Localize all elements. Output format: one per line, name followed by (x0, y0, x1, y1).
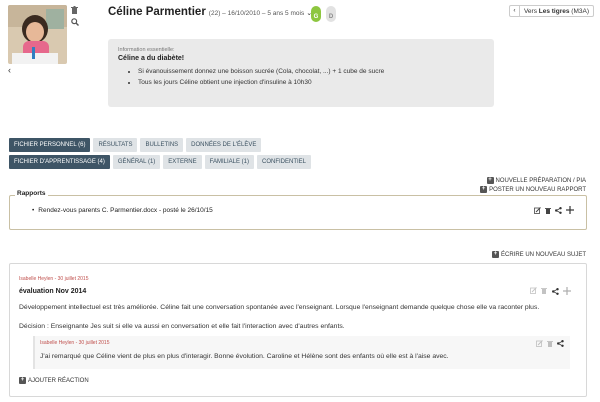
gender-toggle-right[interactable]: D (326, 6, 336, 22)
tab-learning-file[interactable]: FICHIER D'APPRENTISSAGE (4) (9, 155, 110, 169)
post-paragraph: Développement intellectuel est très amél… (19, 304, 540, 311)
plus-icon: + (491, 251, 499, 258)
reply-text: J'ai remarqué que Céline vient de plus e… (40, 353, 449, 360)
tab-general[interactable]: GÉNÉRAL (1) (112, 155, 161, 169)
new-report-link[interactable]: + POSTER UN NOUVEAU RAPPORT (480, 186, 586, 193)
move-icon[interactable] (566, 206, 574, 214)
tabs-row-primary: FICHIER PERSONNEL (6) RÉSULTATS BULLETIN… (9, 138, 262, 152)
student-name: Céline Parmentier (108, 6, 206, 18)
reports-legend: Rapports (15, 190, 48, 197)
edit-icon[interactable] (530, 287, 537, 294)
new-subject-link[interactable]: + ÉCRIRE UN NOUVEAU SUJET (491, 251, 586, 258)
plus-icon: + (480, 186, 488, 193)
share-icon[interactable] (555, 206, 562, 214)
delete-photo-icon[interactable] (71, 6, 78, 14)
gender-toggle-left[interactable]: G (311, 6, 321, 22)
share-icon[interactable] (552, 287, 559, 295)
plus-icon: + (486, 177, 494, 184)
class-nav-button[interactable]: ‹ Vers Les tigres (M3A) (508, 5, 594, 17)
student-header: Céline Parmentier (22) – 16/10/2010 – 5 … (108, 6, 312, 18)
plus-icon: + (19, 377, 26, 384)
tab-family[interactable]: FAMILIALE (1) (204, 155, 254, 169)
chevron-left-icon: ‹ (510, 6, 520, 16)
edit-icon[interactable] (536, 340, 543, 347)
tab-external[interactable]: EXTERNE (163, 155, 202, 169)
post-actions-2 (552, 287, 571, 295)
tab-confidential[interactable]: CONFIDENTIEL (256, 155, 311, 169)
move-icon[interactable] (563, 287, 571, 295)
info-item: Si évanouissement donnez une boisson suc… (138, 68, 484, 75)
trash-icon[interactable] (541, 287, 547, 294)
profile-photo (8, 5, 67, 64)
trash-icon[interactable] (545, 207, 551, 214)
info-item: Tous les jours Céline obtient une inject… (138, 79, 484, 86)
trash-icon[interactable] (547, 340, 553, 347)
add-reaction-button[interactable]: + AJOUTER RÉACTION (19, 377, 89, 384)
post-paragraph: Décision : Enseignante Jes suit si elle … (19, 323, 345, 330)
tabs-row-secondary: FICHIER D'APPRENTISSAGE (4) GÉNÉRAL (1) … (9, 155, 311, 169)
post-title: évaluation Nov 2014 (19, 288, 87, 295)
tab-personal-file[interactable]: FICHIER PERSONNEL (6) (9, 138, 91, 152)
essential-info-box: Information essentielle: Céline a du dia… (108, 39, 494, 107)
info-caption: Information essentielle: (118, 47, 175, 53)
tab-student-data[interactable]: DONNÉES DE L'ÉLÈVE (186, 138, 262, 152)
report-actions (534, 206, 574, 214)
share-icon[interactable] (557, 340, 564, 347)
class-nav-label: Vers Les tigres (M3A) (523, 7, 589, 15)
reply-actions (536, 340, 564, 347)
post-author: Isabelle Heylen - 30 juillet 2015 (19, 276, 89, 282)
tab-results[interactable]: RÉSULTATS (93, 138, 138, 152)
previous-student-icon[interactable]: ‹ (8, 65, 11, 75)
student-meta: (22) – 16/10/2010 – 5 ans 5 mois (208, 10, 305, 17)
reply-author: Isabelle Heylen - 30 juillet 2015 (40, 340, 110, 346)
info-list: Si évanouissement donnez une boisson suc… (138, 68, 484, 86)
tab-bulletins[interactable]: BULLETINS (140, 138, 184, 152)
new-prep-link[interactable]: + NOUVELLE PRÉPARATION / PIA (486, 177, 586, 184)
subject-panel (9, 263, 587, 397)
edit-icon[interactable] (534, 206, 541, 214)
post-actions (530, 287, 547, 294)
info-title: Céline a du diabète! (118, 55, 185, 62)
report-item[interactable]: • Rendez-vous parents C. Parmentier.docx … (32, 207, 213, 214)
zoom-photo-icon[interactable] (71, 18, 79, 26)
